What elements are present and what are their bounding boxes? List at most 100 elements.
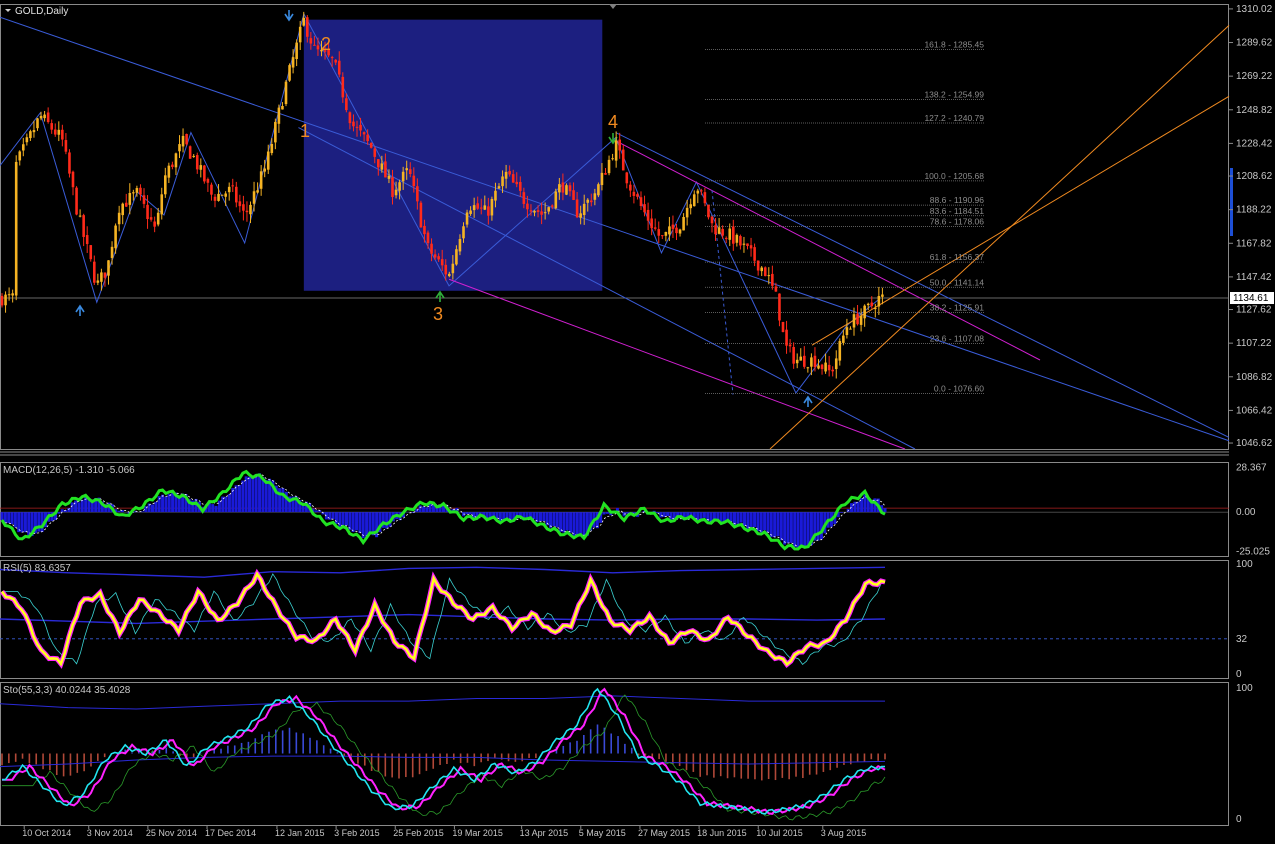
candle-body bbox=[607, 159, 611, 174]
fib-level-label: 83.6 - 1184.51 bbox=[930, 206, 984, 216]
candle-body bbox=[181, 135, 185, 147]
candle-body bbox=[46, 112, 50, 123]
candle-body bbox=[476, 203, 479, 209]
candle-body bbox=[14, 161, 18, 296]
candle-body bbox=[277, 107, 281, 124]
candle-body bbox=[249, 204, 252, 215]
price-tick-label: 1208.62 bbox=[1236, 171, 1273, 182]
price-tick-label: 1269.22 bbox=[1236, 71, 1273, 82]
highlight-rectangle bbox=[303, 19, 603, 291]
candle-body bbox=[206, 179, 210, 183]
candle-body bbox=[724, 237, 728, 239]
macd-tick-label: -25.025 bbox=[1236, 546, 1270, 557]
fib-level-label: 127.2 - 1240.79 bbox=[924, 113, 984, 123]
candle-body bbox=[128, 192, 132, 205]
price-tick-label: 1167.82 bbox=[1236, 238, 1272, 249]
candle-body bbox=[771, 273, 774, 286]
candle-body bbox=[657, 229, 661, 236]
candle-body bbox=[281, 106, 284, 110]
candle-body bbox=[469, 210, 472, 214]
candle-body bbox=[668, 226, 671, 235]
candle-body bbox=[540, 211, 543, 215]
candle-body bbox=[604, 172, 607, 175]
candle-body bbox=[590, 200, 593, 203]
wave-label: 4 bbox=[608, 112, 618, 132]
candle-body bbox=[423, 225, 426, 235]
wave-label: 3 bbox=[433, 304, 443, 324]
candle-body bbox=[511, 174, 515, 183]
price-tick-label: 1147.42 bbox=[1236, 272, 1272, 283]
candle-body bbox=[746, 243, 749, 247]
fib-level-label: 38.2 - 1125.91 bbox=[930, 302, 984, 312]
candle-body bbox=[437, 256, 440, 260]
candle-body bbox=[682, 216, 685, 231]
candle-body bbox=[732, 226, 735, 244]
price-tick-label: 1228.42 bbox=[1236, 138, 1273, 149]
candle-body bbox=[93, 261, 96, 283]
candle-body bbox=[419, 202, 423, 228]
candle-body bbox=[135, 188, 139, 193]
candle-body bbox=[558, 184, 561, 193]
candle-body bbox=[156, 212, 160, 225]
candle-body bbox=[195, 155, 199, 170]
candle-body bbox=[675, 227, 678, 234]
fib-level-label: 138.2 - 1254.99 bbox=[924, 90, 984, 100]
candle-body bbox=[600, 172, 604, 186]
macd-title: MACD(12,26,5) -1.310 -5.066 bbox=[3, 465, 135, 476]
candle-body bbox=[284, 81, 288, 105]
macd-tick-label: 0.00 bbox=[1236, 507, 1256, 518]
candle-body bbox=[778, 293, 781, 321]
candle-body bbox=[834, 358, 838, 370]
candle-body bbox=[472, 205, 476, 211]
time-tick-label: 13 Apr 2015 bbox=[520, 828, 569, 838]
candle-body bbox=[838, 341, 842, 361]
candle-body bbox=[82, 215, 85, 237]
fib-level-label: 0.0 - 1076.60 bbox=[934, 384, 984, 394]
candle-body bbox=[252, 191, 256, 204]
candle-body bbox=[586, 199, 590, 203]
candle-body bbox=[483, 205, 487, 210]
fib-level-label: 78.6 - 1178.06 bbox=[930, 216, 984, 226]
candle-body bbox=[362, 132, 366, 135]
wave-label: 2 bbox=[321, 34, 331, 54]
candle-body bbox=[53, 129, 57, 135]
candle-body bbox=[763, 267, 767, 277]
candle-body bbox=[664, 231, 668, 236]
candle-body bbox=[767, 275, 771, 277]
candle-body bbox=[313, 44, 316, 46]
candle-body bbox=[749, 245, 753, 249]
candle-body bbox=[256, 190, 259, 193]
candle-body bbox=[579, 213, 582, 218]
candle-body bbox=[100, 272, 103, 282]
candle-body bbox=[827, 364, 831, 371]
candle-body bbox=[32, 130, 36, 133]
candle-body bbox=[245, 210, 249, 213]
candle-body bbox=[68, 152, 71, 174]
candle-body bbox=[856, 313, 859, 325]
candle-body bbox=[451, 263, 455, 274]
candle-body bbox=[132, 192, 135, 194]
candle-body bbox=[870, 302, 874, 307]
candle-body bbox=[781, 321, 785, 332]
candle-body bbox=[153, 221, 156, 227]
candle-body bbox=[526, 203, 529, 210]
candle-body bbox=[707, 204, 710, 218]
candle-body bbox=[139, 187, 142, 195]
candle-body bbox=[462, 226, 465, 239]
candle-body bbox=[89, 245, 93, 260]
candle-body bbox=[692, 194, 696, 207]
candle-body bbox=[824, 362, 827, 372]
candle-body bbox=[433, 254, 437, 258]
candle-body bbox=[494, 190, 497, 201]
candle-body bbox=[263, 168, 266, 172]
candle-body bbox=[455, 249, 458, 265]
candle-body bbox=[4, 294, 7, 306]
candle-body bbox=[554, 191, 558, 209]
candle-body bbox=[96, 280, 100, 283]
candle-body bbox=[501, 176, 504, 187]
candle-body bbox=[369, 142, 373, 148]
candle-body bbox=[341, 76, 345, 98]
chart-canvas[interactable]: 1310.02 1289.62 1269.22 1248.82 1228.42 1208.… bbox=[0, 0, 1275, 841]
price-tick-label: 1107.22 bbox=[1236, 338, 1272, 349]
candle-body bbox=[817, 365, 820, 369]
